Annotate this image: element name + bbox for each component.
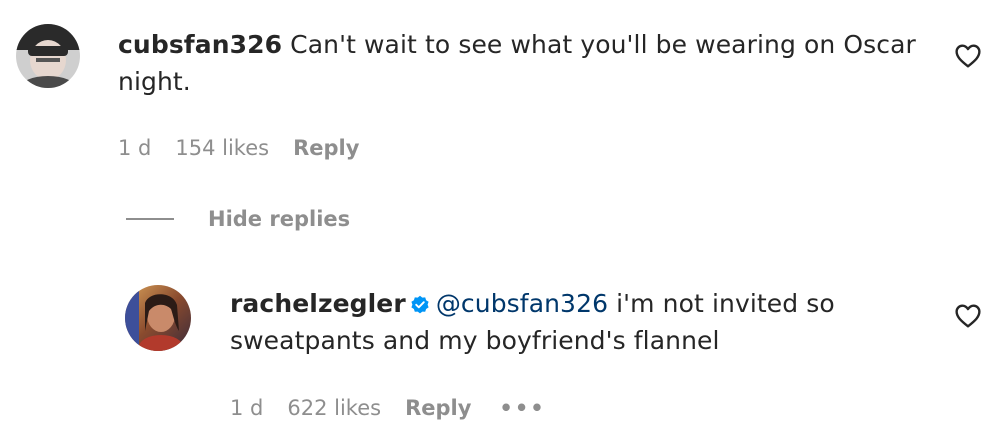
- reply-body: rachelzegler @cubsfan326 i'm not invited …: [230, 285, 930, 359]
- commenter-avatar[interactable]: [16, 24, 80, 88]
- comment-meta: 1 d 154 likes Reply: [118, 136, 383, 160]
- heart-icon: [955, 44, 981, 68]
- reply-time[interactable]: 1 d: [230, 396, 263, 420]
- reply-meta: 1 d 622 likes Reply •••: [230, 396, 546, 420]
- hide-replies-divider: [126, 218, 174, 220]
- commenter-avatar-image: [16, 24, 80, 88]
- heart-icon: [955, 304, 981, 328]
- replier-avatar[interactable]: [125, 285, 191, 351]
- reply-reply-button[interactable]: Reply: [405, 396, 471, 420]
- hide-replies-button[interactable]: Hide replies: [126, 207, 350, 231]
- comment-reply-button[interactable]: Reply: [293, 136, 359, 160]
- reply-likes[interactable]: 622 likes: [287, 396, 381, 420]
- like-reply-button[interactable]: [955, 304, 981, 332]
- reply-username[interactable]: rachelzegler: [230, 289, 406, 318]
- replier-avatar-image: [125, 285, 191, 351]
- comment-likes[interactable]: 154 likes: [175, 136, 269, 160]
- verified-badge-icon: [411, 295, 429, 314]
- like-comment-button[interactable]: [955, 44, 981, 72]
- hide-replies-label: Hide replies: [208, 207, 351, 231]
- more-options-icon[interactable]: •••: [499, 396, 545, 420]
- comment-body: cubsfan326 Can't wait to see what you'll…: [118, 26, 938, 100]
- comment-time[interactable]: 1 d: [118, 136, 151, 160]
- reply-mention-link[interactable]: @cubsfan326: [436, 289, 608, 318]
- comment-username[interactable]: cubsfan326: [118, 30, 282, 59]
